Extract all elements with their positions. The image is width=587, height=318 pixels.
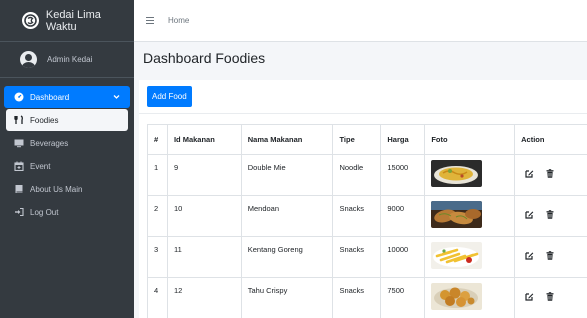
sidebar-item-label: Beverages — [30, 138, 69, 148]
cell-tipe: Snacks — [332, 236, 382, 278]
edit-icon[interactable] — [525, 169, 534, 180]
foodies-table: # Id Makanan Nama Makanan Tipe Harga Fot… — [147, 124, 587, 318]
cell-foto — [424, 154, 516, 196]
hamburger-menu-icon[interactable] — [146, 17, 154, 24]
sidebar-nav: Dashboard Foodies Beverages Event About … — [0, 86, 134, 223]
trash-icon[interactable] — [546, 292, 554, 303]
cell-harga: 7500 — [380, 277, 426, 318]
food-photo — [431, 242, 483, 269]
column-header-harga: Harga — [380, 124, 426, 155]
food-photo — [431, 201, 483, 228]
cell-harga: 15000 — [380, 154, 426, 196]
calendar-icon — [14, 161, 24, 171]
cell-id: 11 — [166, 236, 242, 278]
chevron-down-icon — [113, 93, 120, 102]
cell-action — [514, 277, 587, 318]
sidebar: Kedai Lima Waktu Admin Kedai Dashboard F… — [0, 0, 134, 318]
card-header: Add Food — [139, 80, 587, 114]
edit-icon[interactable] — [525, 251, 534, 262]
page-title: Dashboard Foodies — [143, 50, 266, 66]
sidebar-item-label: Dashboard — [30, 92, 70, 102]
cell-id: 9 — [166, 154, 242, 196]
table-row: 4 12 Tahu Crispy Snacks 7500 — [147, 277, 587, 318]
sign-out-icon — [14, 207, 24, 217]
table-row: 1 9 Double Mie Noodle 15000 — [147, 154, 587, 196]
trash-icon[interactable] — [546, 169, 554, 180]
user-panel[interactable]: Admin Kedai — [0, 42, 134, 78]
cell-number: 1 — [147, 154, 168, 196]
user-avatar-icon — [20, 51, 37, 68]
column-header-nama-makanan: Nama Makanan — [240, 124, 334, 155]
column-header-number: # — [147, 124, 168, 155]
column-header-foto: Foto — [424, 124, 516, 155]
sidebar-item-label: Foodies — [30, 115, 59, 125]
cell-action — [514, 154, 587, 196]
cell-id: 10 — [166, 195, 242, 237]
top-navbar: Home — [134, 0, 587, 42]
sidebar-item-about-us-main[interactable]: About Us Main — [4, 178, 130, 200]
home-link[interactable]: Home — [168, 16, 189, 25]
edit-icon[interactable] — [525, 292, 534, 303]
cell-foto — [424, 236, 516, 278]
sidebar-item-event[interactable]: Event — [4, 155, 130, 177]
cell-id: 12 — [166, 277, 242, 318]
tv-icon — [14, 138, 24, 148]
sidebar-item-label: Log Out — [30, 207, 59, 217]
trash-icon[interactable] — [546, 251, 554, 262]
table-row: 2 10 Mendoan Snacks 9000 — [147, 195, 587, 237]
food-photo — [431, 283, 483, 310]
table-row: 3 11 Kentang Goreng Snacks 10000 — [147, 236, 587, 278]
cell-nama: Mendoan — [240, 195, 334, 237]
trash-icon[interactable] — [546, 210, 554, 221]
table-header-row: # Id Makanan Nama Makanan Tipe Harga Fot… — [147, 124, 587, 155]
cell-tipe: Snacks — [332, 195, 382, 237]
cell-foto — [424, 195, 516, 237]
user-name: Admin Kedai — [47, 55, 93, 64]
sidebar-item-foodies[interactable]: Foodies — [6, 109, 128, 131]
add-food-button[interactable]: Add Food — [147, 86, 192, 107]
cell-action — [514, 195, 587, 237]
cell-harga: 9000 — [380, 195, 426, 237]
column-header-action: Action — [514, 124, 587, 155]
dashboard-icon — [14, 92, 24, 102]
column-header-id-makanan: Id Makanan — [166, 124, 242, 155]
brand-logo-icon — [22, 12, 39, 29]
column-header-tipe: Tipe — [332, 124, 382, 155]
cell-action — [514, 236, 587, 278]
sidebar-item-dashboard[interactable]: Dashboard — [4, 86, 130, 108]
cell-harga: 10000 — [380, 236, 426, 278]
cell-nama: Double Mie — [240, 154, 334, 196]
brand-name: Kedai Lima Waktu — [45, 8, 101, 33]
utensils-icon — [14, 115, 24, 125]
cell-foto — [424, 277, 516, 318]
food-photo — [431, 160, 483, 187]
content-card: Add Food # Id Makanan Nama Makanan Tipe … — [139, 80, 587, 318]
sidebar-item-label: Event — [30, 161, 51, 171]
cell-number: 4 — [147, 277, 168, 318]
sidebar-item-log-out[interactable]: Log Out — [4, 201, 130, 223]
brand-link[interactable]: Kedai Lima Waktu — [0, 0, 134, 42]
cell-number: 3 — [147, 236, 168, 278]
cell-tipe: Snacks — [332, 277, 382, 318]
book-icon — [14, 184, 24, 194]
cell-tipe: Noodle — [332, 154, 382, 196]
sidebar-item-beverages[interactable]: Beverages — [4, 132, 130, 154]
cell-number: 2 — [147, 195, 168, 237]
cell-nama: Kentang Goreng — [240, 236, 334, 278]
cell-nama: Tahu Crispy — [240, 277, 334, 318]
edit-icon[interactable] — [525, 210, 534, 221]
sidebar-item-label: About Us Main — [30, 184, 83, 194]
